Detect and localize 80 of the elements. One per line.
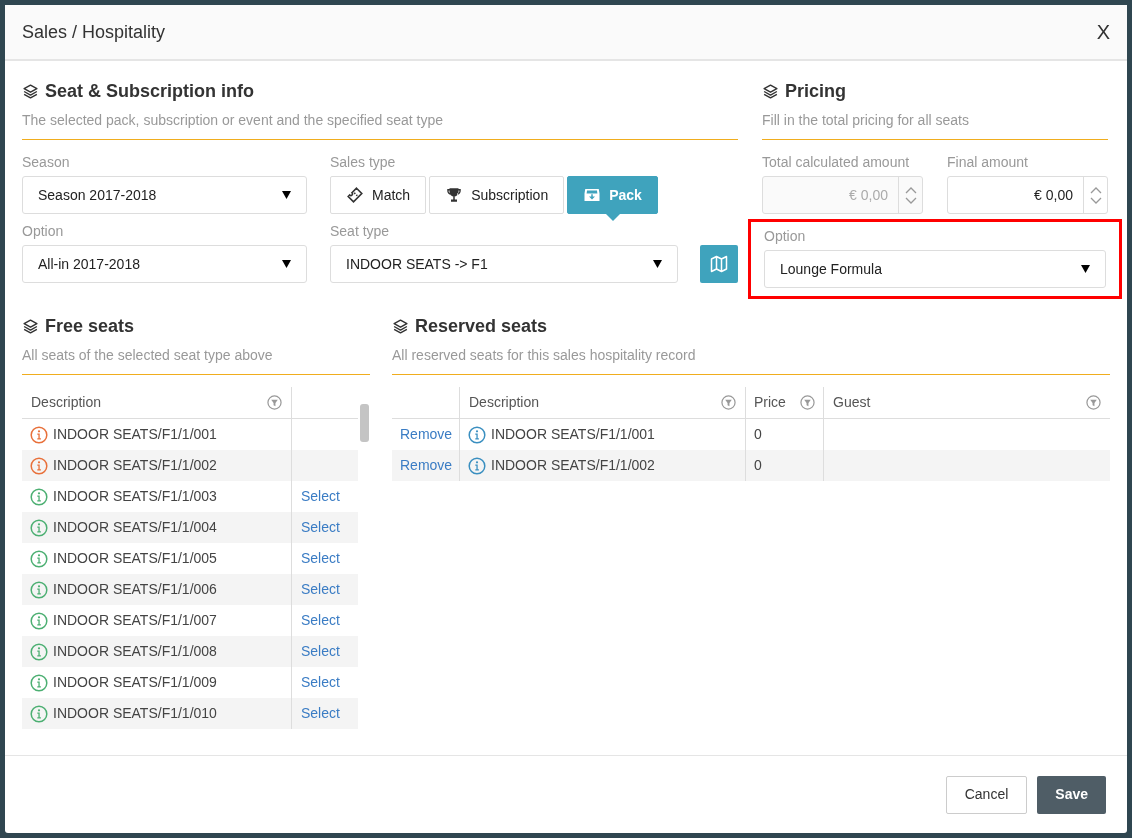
filter-icon[interactable] (800, 395, 815, 410)
field-label: Season (22, 153, 71, 172)
table-cell-text: INDOOR SEATS/F1/1/006 (53, 580, 217, 599)
map-button[interactable] (700, 245, 738, 283)
layers-icon (22, 318, 39, 335)
option-select[interactable]: All-in 2017-2018 (22, 245, 307, 283)
table-cell-text: INDOOR SEATS/F1/1/004 (53, 518, 217, 537)
table-cell-text: INDOOR SEATS/F1/1/008 (53, 642, 217, 661)
option-select[interactable]: Lounge Formula (764, 250, 1106, 288)
field-label: Final amount (947, 153, 1029, 172)
remove-link[interactable]: Remove (400, 424, 453, 445)
select-link[interactable]: Select (301, 488, 340, 504)
select-link[interactable]: Select (301, 674, 340, 690)
field-label: Seat type (330, 222, 391, 241)
section-subtitle: All reserved seats for this sales hospitality record (392, 346, 697, 365)
table-cell-text: INDOOR SEATS/F1/1/007 (53, 611, 217, 630)
select-link[interactable]: Select (301, 550, 340, 566)
table-cell-text: INDOOR SEATS/F1/1/005 (53, 549, 217, 568)
field-label: Option (22, 222, 65, 241)
select-link[interactable]: Select (301, 612, 340, 628)
amount-field[interactable]: € 0,00 (947, 176, 1108, 214)
table-cell-text: INDOOR SEATS/F1/1/001 (53, 425, 217, 444)
scrollbar-thumb[interactable] (359, 404, 369, 442)
select-link[interactable]: Select (301, 519, 340, 535)
table-cell-text: INDOOR SEATS/F1/1/001 (491, 425, 655, 444)
column-header: Description (31, 393, 102, 412)
field-label: Option (764, 227, 807, 246)
layers-icon (762, 83, 779, 100)
table-cell-text: INDOOR SEATS/F1/1/003 (53, 487, 217, 506)
chevron-down-icon[interactable] (1089, 196, 1102, 205)
select-link[interactable]: Select (301, 581, 340, 597)
trophy-icon (445, 186, 464, 204)
caret-icon (282, 260, 291, 268)
close-button[interactable]: X (1096, 17, 1110, 47)
sales-type-toggle[interactable]: Pack (567, 176, 658, 214)
dialog-title: Sales / Hospitality (22, 20, 166, 44)
pointer-arrow-icon (605, 214, 620, 221)
section-title: Reserved seats (415, 315, 548, 338)
ticket-icon (346, 186, 364, 204)
season-select[interactable]: Season 2017-2018 (22, 176, 307, 214)
field-label: Total calculated amount (762, 153, 911, 172)
select-value: Lounge Formula (780, 259, 882, 279)
section-subtitle: The selected pack, subscription or event and the specified seat type (22, 111, 445, 130)
seat-type-select[interactable]: INDOOR SEATS -> F1 (330, 245, 678, 283)
column-header: Price (754, 393, 786, 412)
caret-icon (653, 260, 662, 268)
save-button[interactable]: Save (1037, 775, 1106, 814)
filter-icon[interactable] (1086, 395, 1101, 410)
caret-icon (1081, 265, 1090, 273)
table-cell-text: INDOOR SEATS/F1/1/009 (53, 673, 217, 692)
table-cell-text: INDOOR SEATS/F1/1/002 (53, 456, 217, 475)
column-header: Description (469, 393, 540, 412)
section-subtitle: Fill in the total pricing for all seats (762, 111, 970, 130)
map-icon (709, 254, 729, 274)
column-header: Guest (833, 393, 871, 412)
select-value: All-in 2017-2018 (38, 254, 140, 274)
archive-icon (583, 186, 602, 204)
table-cell-text: INDOOR SEATS/F1/1/002 (491, 456, 655, 475)
cancel-button[interactable]: Cancel (945, 775, 1028, 814)
filter-icon[interactable] (267, 395, 282, 410)
section-title: Seat & Subscription info (45, 80, 254, 103)
layers-icon (22, 83, 39, 100)
select-link[interactable]: Select (301, 643, 340, 659)
table-cell-text: 0 (754, 425, 762, 444)
chevron-up-icon[interactable] (1089, 185, 1102, 194)
remove-link[interactable]: Remove (400, 455, 453, 476)
table-cell-text: 0 (754, 456, 762, 475)
section-title: Pricing (785, 80, 846, 103)
section-title: Free seats (45, 315, 135, 338)
select-value: INDOOR SEATS -> F1 (346, 254, 488, 274)
select-link[interactable]: Select (301, 705, 340, 721)
sales-type-toggle[interactable]: Match (330, 176, 427, 214)
select-value: Season 2017-2018 (38, 185, 157, 205)
sales-type-toggle[interactable]: Subscription (429, 176, 565, 214)
field-label: Sales type (330, 153, 397, 172)
filter-icon[interactable] (721, 395, 736, 410)
table-cell-text: INDOOR SEATS/F1/1/010 (53, 704, 217, 723)
section-subtitle: All seats of the selected seat type above (22, 346, 274, 365)
layers-icon (392, 318, 409, 335)
caret-icon (282, 191, 291, 199)
